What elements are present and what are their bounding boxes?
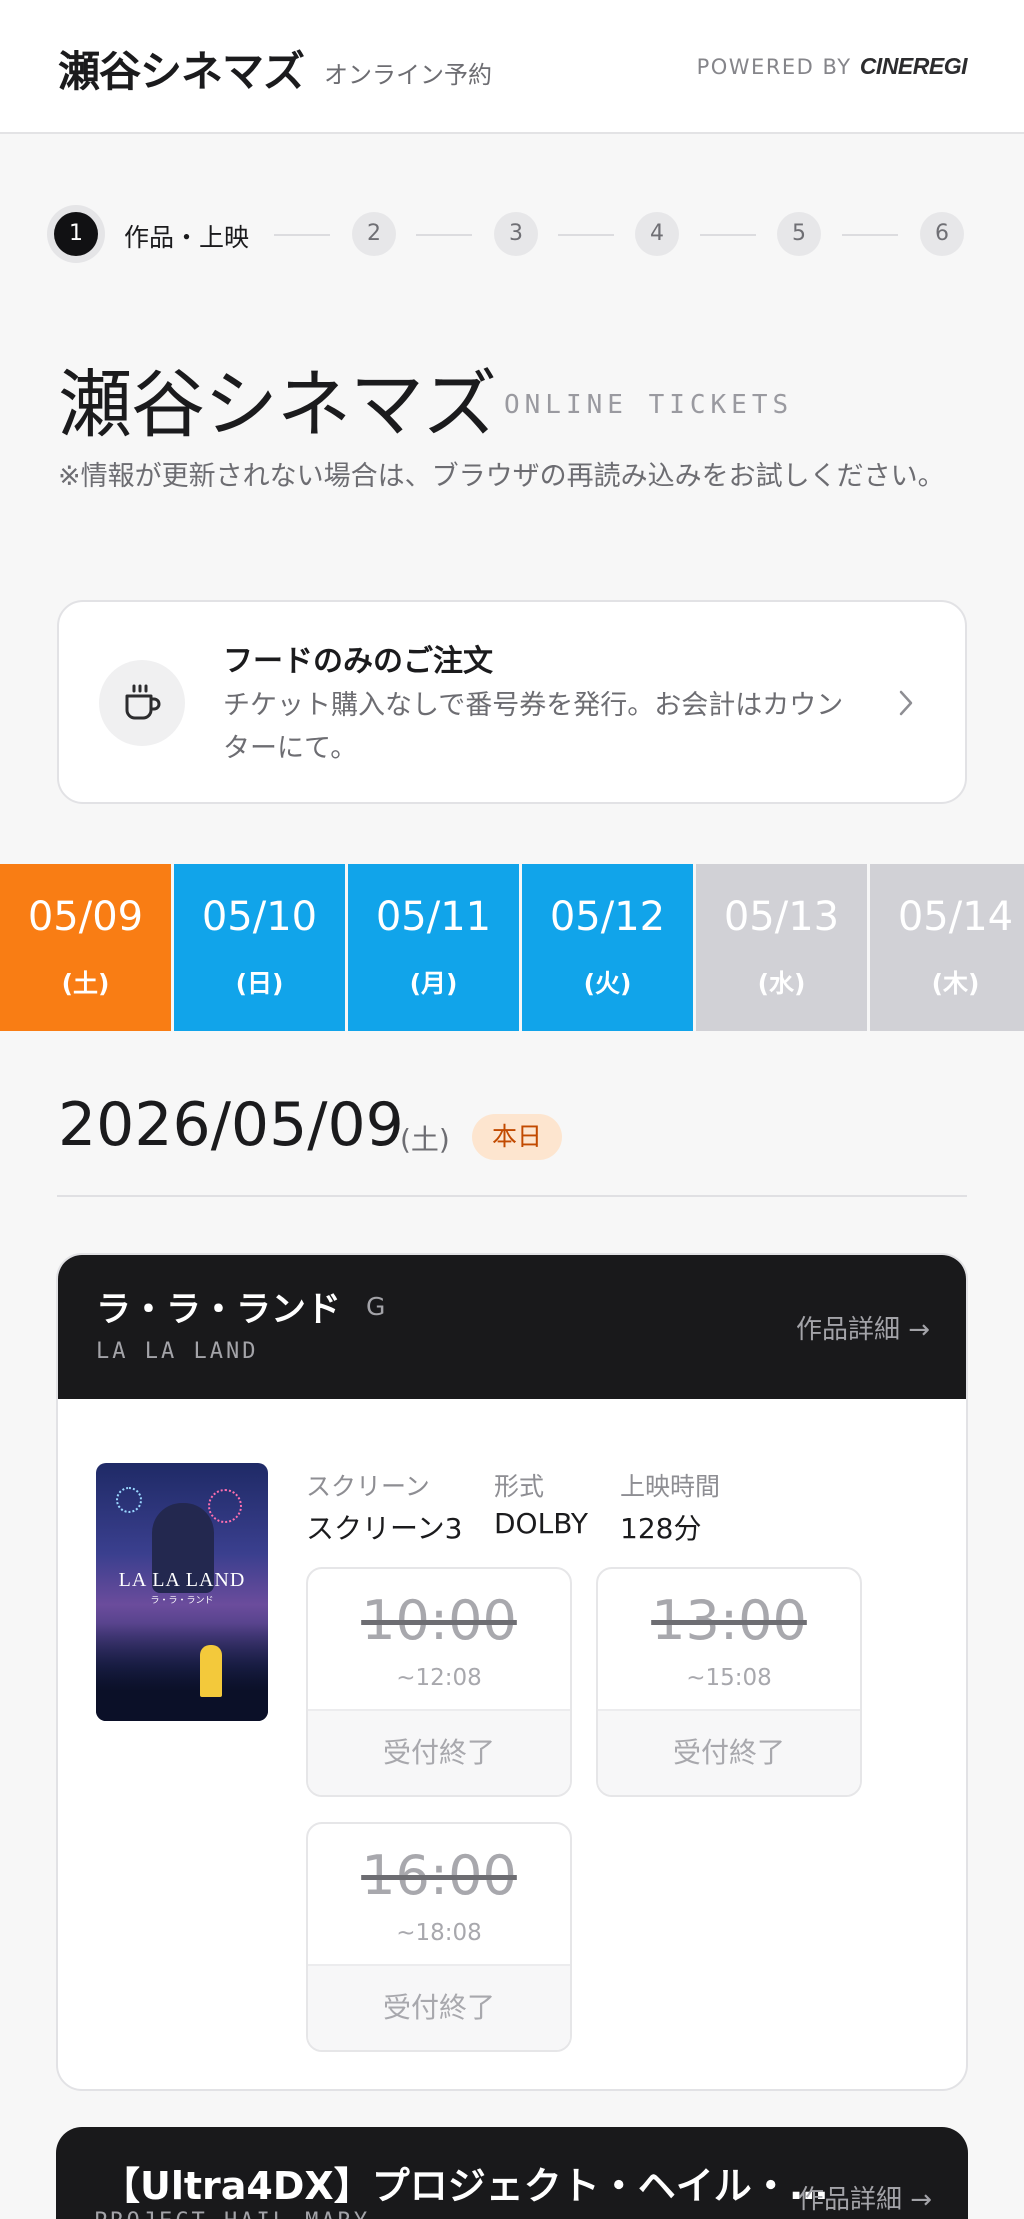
- poster-figure: [200, 1645, 222, 1697]
- weekday-label: (火): [583, 969, 632, 998]
- showtime-end: ~18:08: [396, 1920, 482, 1946]
- format-value: DOLBY: [494, 1507, 588, 1540]
- date-tab-0511[interactable]: 05/11 (月): [348, 864, 519, 1031]
- poster-firework: [116, 1487, 142, 1513]
- food-order-description: チケット購入なしで番号券を発行。お会計はカウンターにて。: [223, 690, 844, 764]
- format-label: 形式: [494, 1472, 545, 1501]
- page-title: 瀬谷シネマズ: [58, 362, 497, 448]
- chevron-right-icon: [899, 690, 913, 716]
- step-connector: [700, 234, 756, 236]
- date-label: 05/13: [723, 894, 840, 940]
- showtime-end: ~12:08: [396, 1665, 482, 1691]
- runtime-label: 上映時間: [620, 1472, 721, 1501]
- showtime-status: 受付終了: [598, 1709, 860, 1795]
- food-order-title: フードのみのご注文: [223, 644, 493, 679]
- movie-title: 【Ultra4DX】プロジェクト・ヘイル・…: [102, 2164, 828, 2208]
- screen-label: スクリーン: [306, 1472, 430, 1501]
- step-6: 6: [920, 212, 964, 256]
- showtime-start: 16:00: [361, 1844, 517, 1907]
- date-label: 05/10: [201, 894, 318, 940]
- showtime-end: ~15:08: [686, 1665, 772, 1691]
- poster-title: LA LA LAND: [118, 1569, 246, 1591]
- movie-card: 【Ultra4DX】プロジェクト・ヘイル・… PROJECT HAIL MARY…: [56, 2127, 968, 2219]
- powered-by: POWERED BY CINEREGI: [696, 53, 968, 80]
- movie-title-en: LA LA LAND: [96, 1339, 259, 1364]
- showtime-start: 13:00: [651, 1589, 807, 1652]
- date-label: 05/11: [375, 894, 492, 940]
- page-title-en: ONLINE TICKETS: [504, 390, 794, 420]
- date-tab-0510[interactable]: 05/10 (日): [174, 864, 345, 1031]
- showtime-status: 受付終了: [308, 1964, 570, 2050]
- selected-date: 2026/05/09: [58, 1090, 404, 1160]
- step-5: 5: [777, 212, 821, 256]
- site-header: 瀬谷シネマズ オンライン予約 POWERED BY CINEREGI: [0, 0, 1024, 134]
- date-selector: 05/09 (土) 05/10 (日) 05/11 (月) 05/12 (火) …: [0, 864, 1024, 1031]
- progress-stepper: 1 作品・上映 2 3 4 5 6: [48, 204, 968, 268]
- poster-subtitle: ラ・ラ・ランド: [150, 1596, 214, 1606]
- brand-logo[interactable]: 瀬谷シネマズ: [58, 38, 305, 99]
- weekday-label: (木): [931, 969, 980, 998]
- weekday-label: (水): [757, 969, 806, 998]
- date-label: 05/12: [549, 894, 666, 940]
- step-connector: [842, 234, 898, 236]
- showtime-slot[interactable]: 16:00 ~18:08 受付終了: [306, 1822, 572, 2052]
- today-badge: 本日: [472, 1114, 562, 1160]
- weekday-label: (日): [235, 969, 284, 998]
- weekday-label: (土): [61, 969, 110, 998]
- showtime-start: 10:00: [361, 1589, 517, 1652]
- movie-poster[interactable]: LA LA LAND ラ・ラ・ランド: [96, 1463, 268, 1721]
- powered-brand: CINEREGI: [859, 53, 968, 79]
- runtime-value: 128分: [620, 1512, 702, 1545]
- poster-firework: [208, 1489, 242, 1523]
- step-4: 4: [635, 212, 679, 256]
- showtime-slot[interactable]: 13:00 ~15:08 受付終了: [596, 1567, 862, 1797]
- date-label: 05/09: [27, 894, 144, 940]
- date-label: 05/14: [897, 894, 1014, 940]
- poster-town: [96, 1623, 268, 1721]
- step-connector: [274, 234, 330, 236]
- weekday-label: (月): [409, 969, 458, 998]
- section-divider: [57, 1195, 967, 1197]
- step-connector: [558, 234, 614, 236]
- powered-prefix: POWERED BY: [696, 55, 852, 79]
- step-connector: [416, 234, 472, 236]
- step-1-label: 作品・上映: [124, 223, 250, 252]
- movie-title: ラ・ラ・ランド: [96, 1290, 342, 1330]
- movie-card: ラ・ラ・ランド G LA LA LAND 作品詳細 → LA LA LAND ラ…: [56, 1253, 968, 2091]
- screen-value: スクリーン3: [306, 1512, 463, 1545]
- showtime-slot[interactable]: 10:00 ~12:08 受付終了: [306, 1567, 572, 1797]
- date-tab-0512[interactable]: 05/12 (火): [522, 864, 693, 1031]
- date-tab-0509[interactable]: 05/09 (土): [0, 864, 171, 1031]
- movie-title-en: PROJECT HAIL MARY: [94, 2209, 370, 2219]
- movie-header: ラ・ラ・ランド G LA LA LAND 作品詳細 →: [58, 1255, 966, 1399]
- step-2: 2: [352, 212, 396, 256]
- selected-weekday: (土): [400, 1123, 450, 1156]
- step-1: 1: [54, 212, 98, 256]
- step-3: 3: [494, 212, 538, 256]
- food-order-card[interactable]: フードのみのご注文 チケット購入なしで番号券を発行。お会計はカウンターにて。: [57, 600, 967, 804]
- reload-notice: ※情報が更新されない場合は、ブラウザの再読み込みをお試しください。: [58, 461, 945, 492]
- movie-detail-link[interactable]: 作品詳細 →: [798, 2179, 932, 2216]
- coffee-cup-icon: [99, 660, 185, 746]
- movie-rating: G: [366, 1292, 386, 1321]
- date-tab-0513[interactable]: 05/13 (水): [696, 864, 867, 1031]
- showtime-status: 受付終了: [308, 1709, 570, 1795]
- brand-subtitle: オンライン予約: [324, 61, 492, 89]
- date-tab-0514[interactable]: 05/14 (木): [870, 864, 1024, 1031]
- movie-detail-link[interactable]: 作品詳細 →: [796, 1309, 930, 1346]
